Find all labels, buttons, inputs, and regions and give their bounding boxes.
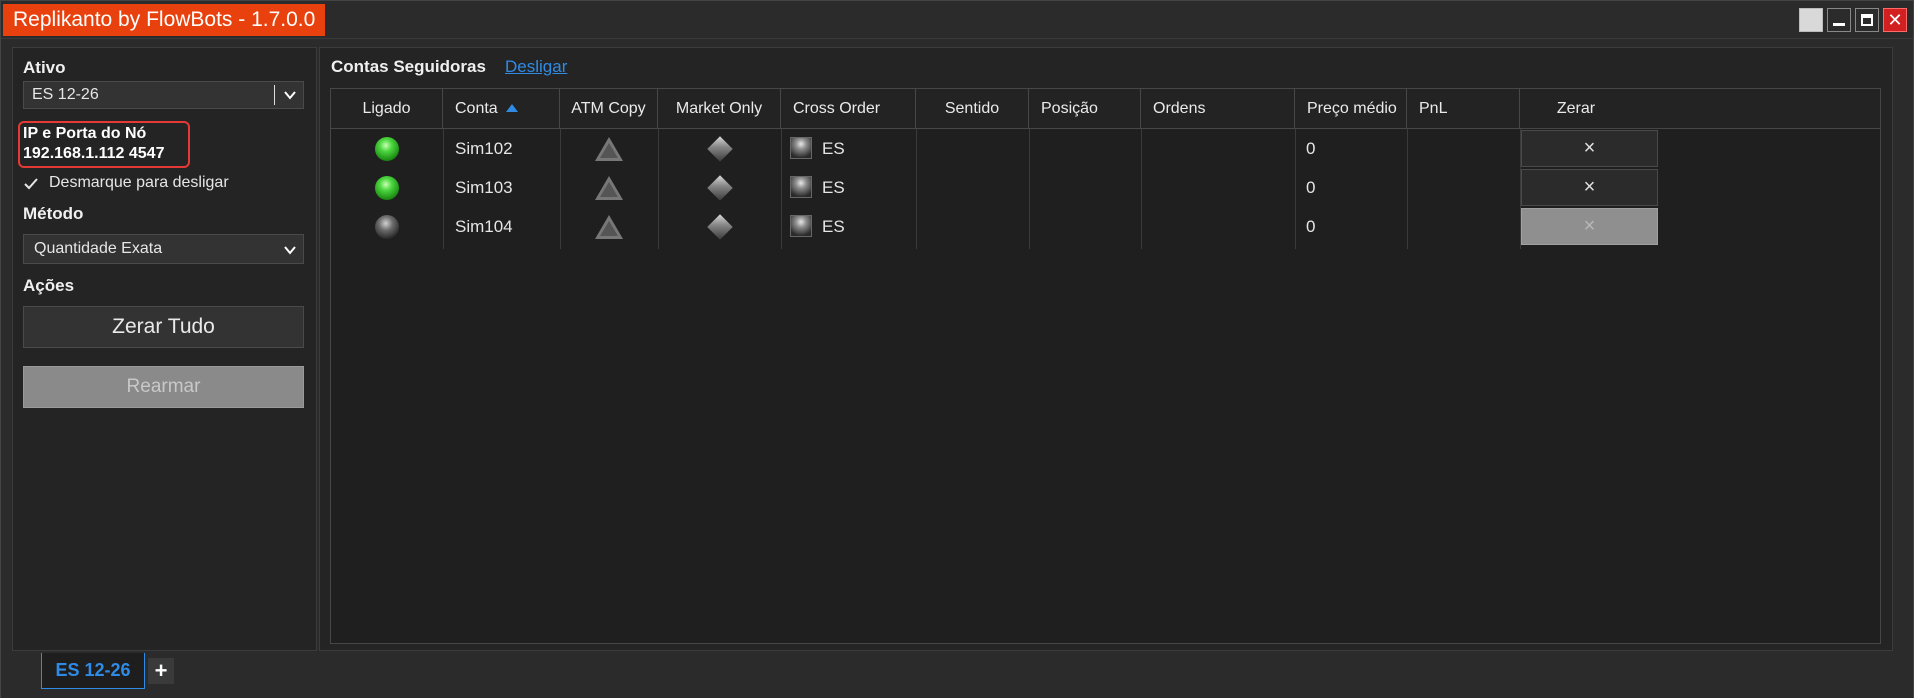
tab-es-12-26[interactable]: ES 12-26 (41, 653, 145, 689)
market-only-diamond-icon[interactable] (707, 136, 733, 162)
zerar-row-button[interactable]: × (1521, 130, 1658, 167)
atm-copy-triangle-icon[interactable] (595, 176, 623, 200)
ip-value: 192.168.1.112 4547 (23, 145, 165, 162)
col-header-atm-copy[interactable]: ATM Copy (560, 89, 658, 129)
col-header-sentido[interactable]: Sentido (916, 89, 1029, 129)
acoes-label: Ações (23, 276, 75, 295)
col-header-pnl[interactable]: PnL (1407, 89, 1520, 129)
preco-medio-cell: 0 (1306, 139, 1316, 158)
cross-order-cell: ES (822, 217, 845, 236)
window-title: Replikanto by FlowBots - 1.7.0.0 (3, 4, 326, 36)
col-header-cross-order[interactable]: Cross Order (781, 89, 916, 129)
metodo-select[interactable]: Quantidade Exata (23, 234, 304, 264)
metodo-value: Quantidade Exata (34, 240, 163, 257)
maximize-icon[interactable] (1855, 8, 1879, 32)
zerar-row-button[interactable]: × (1521, 208, 1658, 245)
minimize-icon[interactable] (1827, 8, 1851, 32)
col-header-zerar[interactable]: Zerar (1520, 89, 1880, 129)
col-header-zerar-label: Zerar (1556, 100, 1596, 117)
cross-order-cell: ES (822, 139, 845, 158)
zerar-row-button[interactable]: × (1521, 169, 1658, 206)
market-only-diamond-icon[interactable] (707, 175, 733, 201)
checkbox-label: Desmarque para desligar (49, 174, 229, 191)
preco-medio-cell: 0 (1306, 217, 1316, 236)
col-header-ligado[interactable]: Ligado (331, 89, 443, 129)
accounts-grid: Ligado Conta ATM Copy Market Only Cross … (330, 88, 1881, 644)
desligar-checkbox[interactable] (23, 176, 39, 192)
sort-ascending-icon (505, 104, 518, 112)
metodo-label: Método (23, 204, 84, 223)
desligar-link[interactable]: Desligar (505, 57, 567, 77)
col-header-conta[interactable]: Conta (443, 89, 560, 129)
combo-separator (274, 85, 275, 105)
conta-cell: Sim104 (455, 217, 513, 236)
blank-window-button[interactable] (1799, 8, 1823, 32)
column-divider (1029, 129, 1030, 249)
ip-label: IP e Porta do Nó (23, 125, 147, 142)
column-divider (1407, 129, 1408, 249)
column-divider (560, 129, 561, 249)
conta-cell: Sim103 (455, 178, 513, 197)
chevron-down-icon[interactable] (283, 243, 297, 257)
cross-order-cell: ES (822, 178, 845, 197)
ativo-label: Ativo (23, 58, 66, 77)
column-divider (658, 129, 659, 249)
col-header-posicao[interactable]: Posição (1029, 89, 1141, 129)
zerar-tudo-button[interactable]: Zerar Tudo (23, 306, 304, 348)
rearmar-button[interactable]: Rearmar (23, 366, 304, 408)
market-only-diamond-icon[interactable] (707, 214, 733, 240)
settings-panel: Ativo ES 12-26 IP e Porta do Nó 192.168.… (12, 47, 317, 651)
atm-copy-triangle-icon[interactable] (595, 137, 623, 161)
accounts-title: Contas Seguidoras (331, 57, 486, 76)
connection-led-on-icon[interactable] (375, 137, 399, 161)
col-header-preco-medio[interactable]: Preço médio (1295, 89, 1407, 129)
chevron-down-icon[interactable] (283, 88, 297, 102)
cross-order-toggle-icon[interactable] (790, 176, 812, 198)
col-header-ordens[interactable]: Ordens (1141, 89, 1295, 129)
column-divider (1141, 129, 1142, 249)
instrument-tab-bar: ES 12-26 + (1, 653, 1913, 698)
ativo-value: ES 12-26 (32, 86, 99, 103)
preco-medio-cell: 0 (1306, 178, 1316, 197)
column-divider (916, 129, 917, 249)
app-window: Replikanto by FlowBots - 1.7.0.0 ✕ Ativo… (0, 0, 1914, 698)
column-divider (781, 129, 782, 249)
accounts-panel: Contas Seguidoras Desligar Ligado Conta … (319, 47, 1893, 651)
title-bar[interactable]: Replikanto by FlowBots - 1.7.0.0 ✕ (1, 1, 1913, 39)
cross-order-toggle-icon[interactable] (790, 215, 812, 237)
col-header-conta-label: Conta (455, 100, 498, 117)
column-divider (1295, 129, 1296, 249)
connection-led-off-icon[interactable] (375, 215, 399, 239)
ativo-select[interactable]: ES 12-26 (23, 81, 304, 109)
column-divider (443, 129, 444, 249)
atm-copy-triangle-icon[interactable] (595, 215, 623, 239)
cross-order-toggle-icon[interactable] (790, 137, 812, 159)
conta-cell: Sim102 (455, 139, 513, 158)
add-tab-button[interactable]: + (148, 658, 174, 684)
col-header-market-only[interactable]: Market Only (658, 89, 781, 129)
connection-led-on-icon[interactable] (375, 176, 399, 200)
close-icon[interactable]: ✕ (1883, 8, 1907, 32)
